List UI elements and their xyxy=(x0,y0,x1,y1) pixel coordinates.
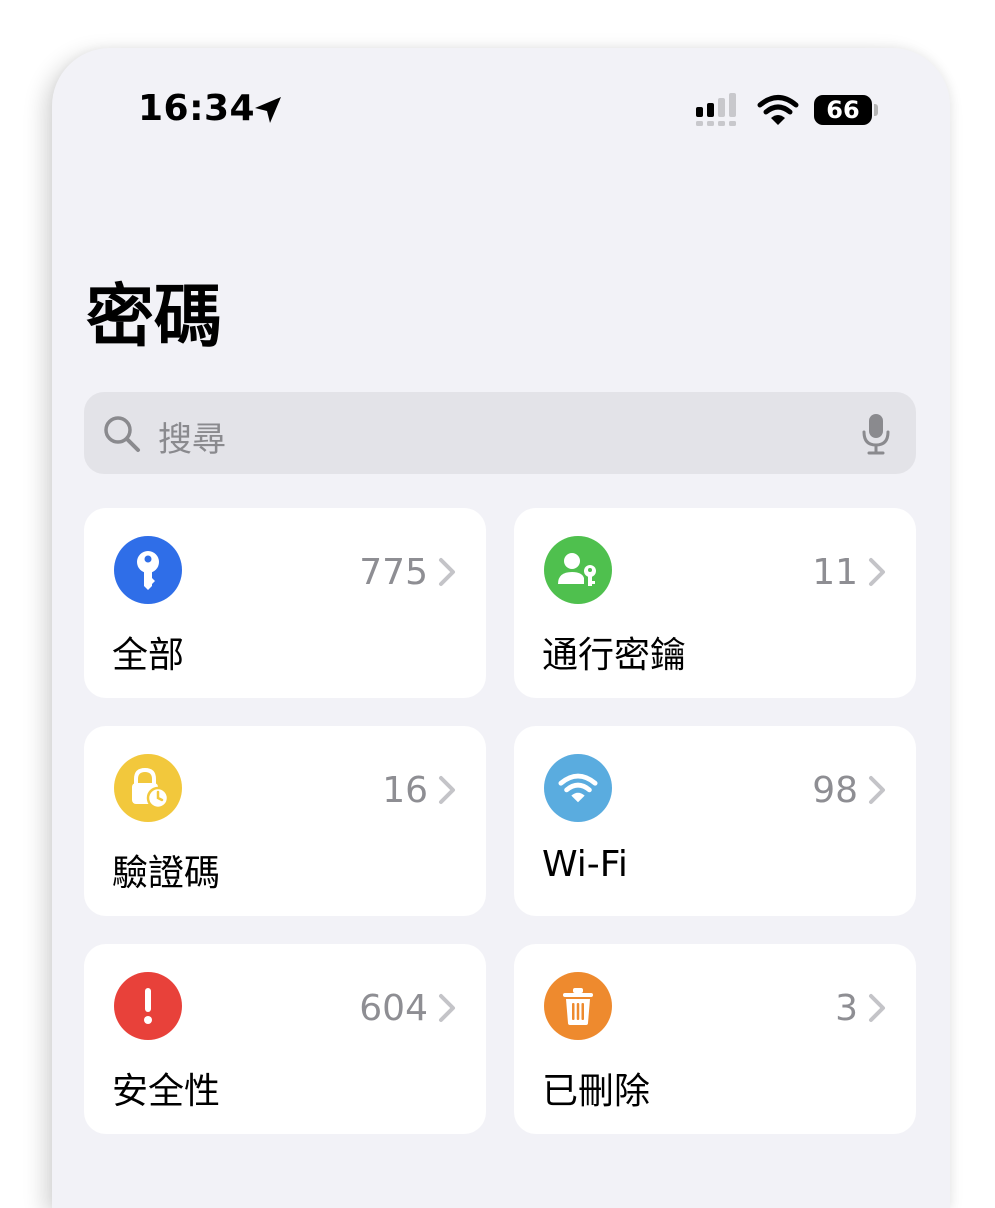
battery-cap xyxy=(874,104,878,116)
category-card-wifi[interactable]: 98 Wi-Fi xyxy=(514,726,916,916)
category-card-passkeys[interactable]: 11 通行密鑰 xyxy=(514,508,916,698)
wifi-icon xyxy=(558,773,598,803)
location-arrow-icon xyxy=(255,97,281,123)
chevron-right-icon xyxy=(869,776,885,804)
category-count: 11 xyxy=(812,552,858,593)
category-icon-circle xyxy=(114,754,182,822)
person-key-icon xyxy=(558,553,596,586)
category-count: 98 xyxy=(812,770,858,811)
lock-clock-icon xyxy=(132,767,170,810)
status-time: 16:34 xyxy=(138,88,256,129)
category-count: 775 xyxy=(359,552,428,593)
cellular-signal-icon xyxy=(696,93,736,126)
category-label: 安全性 xyxy=(112,1071,221,1112)
battery-indicator: 66 xyxy=(814,95,872,125)
category-count: 16 xyxy=(382,770,428,811)
microphone-icon[interactable] xyxy=(860,412,892,456)
category-label: Wi-Fi xyxy=(542,844,628,885)
chevron-right-icon xyxy=(869,994,885,1022)
category-label: 已刪除 xyxy=(542,1071,651,1112)
search-icon xyxy=(104,416,140,452)
exclamation-icon xyxy=(144,988,152,1024)
wifi-status-icon xyxy=(757,95,799,125)
category-card-deleted[interactable]: 3 已刪除 xyxy=(514,944,916,1134)
category-label: 全部 xyxy=(112,635,185,676)
category-icon-circle xyxy=(544,536,612,604)
chevron-right-icon xyxy=(869,558,885,586)
category-card-all[interactable]: 775 全部 xyxy=(84,508,486,698)
chevron-right-icon xyxy=(439,558,455,586)
category-icon-circle xyxy=(114,972,182,1040)
key-icon xyxy=(137,551,159,590)
chevron-right-icon xyxy=(439,776,455,804)
search-input[interactable]: 搜尋 xyxy=(158,412,226,461)
category-label: 驗證碼 xyxy=(112,853,221,894)
search-bar[interactable]: 搜尋 xyxy=(84,392,916,474)
category-count: 604 xyxy=(359,988,428,1029)
chevron-right-icon xyxy=(439,994,455,1022)
category-icon-circle xyxy=(544,972,612,1040)
category-card-codes[interactable]: 16 驗證碼 xyxy=(84,726,486,916)
category-icon-circle xyxy=(114,536,182,604)
category-icon-circle xyxy=(544,754,612,822)
category-card-security[interactable]: 604 安全性 xyxy=(84,944,486,1134)
trash-icon xyxy=(563,988,593,1025)
page-title: 密碼 xyxy=(86,278,223,357)
category-count: 3 xyxy=(835,988,858,1029)
category-label: 通行密鑰 xyxy=(542,635,687,676)
phone-screen: 16:34 66 密碼 搜尋 775 全部 11 通行密鑰 16 驗證碼 98 … xyxy=(52,48,950,1208)
